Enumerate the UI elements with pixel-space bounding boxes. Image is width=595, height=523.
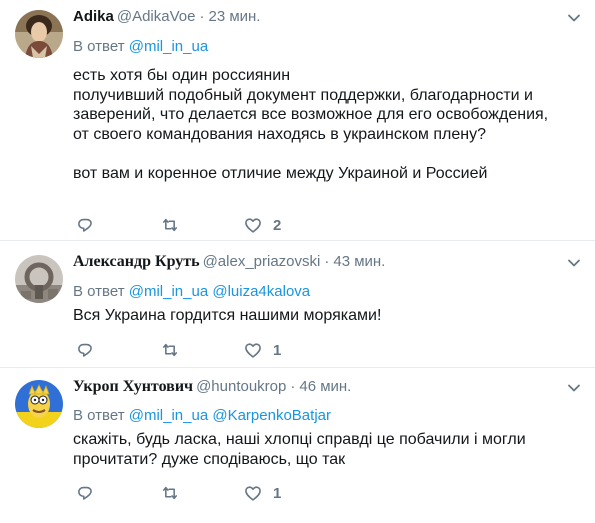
heart-icon xyxy=(243,340,263,360)
retweet-button[interactable] xyxy=(160,215,180,235)
tweet-text: есть хотя бы один россиянин получивший п… xyxy=(73,67,549,182)
chevron-down-icon[interactable] xyxy=(567,381,581,395)
tweet-actions: 2 xyxy=(73,215,333,235)
retweet-icon xyxy=(160,340,180,360)
like-count: 1 xyxy=(273,484,282,502)
username[interactable]: @alex_priazovski xyxy=(203,253,321,270)
avatar-cartoon-image xyxy=(15,380,63,428)
tweet-card[interactable]: Александр Круть @alex_priazovski · 43 мин. … xyxy=(0,241,595,368)
like-button[interactable]: 1 xyxy=(243,340,281,360)
avatar[interactable] xyxy=(15,380,63,428)
tweet-actions: 1 xyxy=(73,340,333,360)
separator-dot: · xyxy=(199,8,205,25)
tweet-header: Укроп Хунтович @huntoukrop · 46 мин. xyxy=(73,377,581,397)
reply-context: В ответ @mil_in_ua @luiza4kalova xyxy=(73,282,581,302)
like-count: 2 xyxy=(273,216,282,234)
timestamp[interactable]: 46 мин. xyxy=(299,378,351,395)
reply-prefix: В ответ xyxy=(73,283,125,300)
retweet-icon xyxy=(160,483,180,503)
display-name[interactable]: Укроп Хунтович xyxy=(73,378,193,395)
tweet-text: скажіть, будь ласка, наші хлопці справді… xyxy=(73,431,531,468)
avatar-monument-image xyxy=(15,255,63,303)
timestamp[interactable]: 43 мин. xyxy=(333,253,385,270)
tweet-text: Вся Украина гордится нашими моряками! xyxy=(73,307,382,324)
tweet-card[interactable]: Укроп Хунтович @huntoukrop · 46 мин. В отве… xyxy=(0,368,595,523)
chevron-down-icon[interactable] xyxy=(567,11,581,25)
tweet-header: Adika @AdikaVoe · 23 мин. xyxy=(73,7,581,27)
heart-icon xyxy=(243,483,263,503)
separator-dot: · xyxy=(324,253,330,270)
retweet-icon xyxy=(160,215,180,235)
chevron-down-icon[interactable] xyxy=(567,256,581,270)
username[interactable]: @huntoukrop xyxy=(196,378,286,395)
mention-link[interactable]: @mil_in_ua xyxy=(129,38,208,55)
like-button[interactable]: 2 xyxy=(243,215,281,235)
username[interactable]: @AdikaVoe xyxy=(117,8,196,25)
retweet-button[interactable] xyxy=(160,340,180,360)
reply-prefix: В ответ xyxy=(73,407,125,424)
reply-prefix: В ответ xyxy=(73,38,125,55)
like-count: 1 xyxy=(273,341,282,359)
like-button[interactable]: 1 xyxy=(243,483,281,503)
reply-button[interactable] xyxy=(75,215,95,235)
retweet-button[interactable] xyxy=(160,483,180,503)
reply-context: В ответ @mil_in_ua @KarpenkoBatjar xyxy=(73,406,581,426)
reply-context: В ответ @mil_in_ua xyxy=(73,37,581,57)
timestamp[interactable]: 23 мин. xyxy=(208,8,260,25)
reply-button[interactable] xyxy=(75,340,95,360)
display-name[interactable]: Александр Круть xyxy=(73,253,200,270)
separator-dot: · xyxy=(290,378,296,395)
tweet-actions: 1 xyxy=(73,483,333,503)
reply-icon xyxy=(75,215,95,235)
avatar-portrait-image xyxy=(15,10,63,58)
reply-icon xyxy=(75,340,95,360)
avatar[interactable] xyxy=(15,10,63,58)
mention-link[interactable]: @KarpenkoBatjar xyxy=(212,407,331,424)
display-name[interactable]: Adika xyxy=(73,8,114,25)
heart-icon xyxy=(243,215,263,235)
reply-icon xyxy=(75,483,95,503)
avatar[interactable] xyxy=(15,255,63,303)
mention-link[interactable]: @mil_in_ua xyxy=(129,407,208,424)
reply-button[interactable] xyxy=(75,483,95,503)
mention-link[interactable]: @mil_in_ua xyxy=(129,283,208,300)
mention-link[interactable]: @luiza4kalova xyxy=(212,283,310,300)
tweet-header: Александр Круть @alex_priazovski · 43 мин. xyxy=(73,252,581,272)
tweet-card[interactable]: Adika @AdikaVoe · 23 мин. В ответ @mil_in_u… xyxy=(0,0,595,241)
